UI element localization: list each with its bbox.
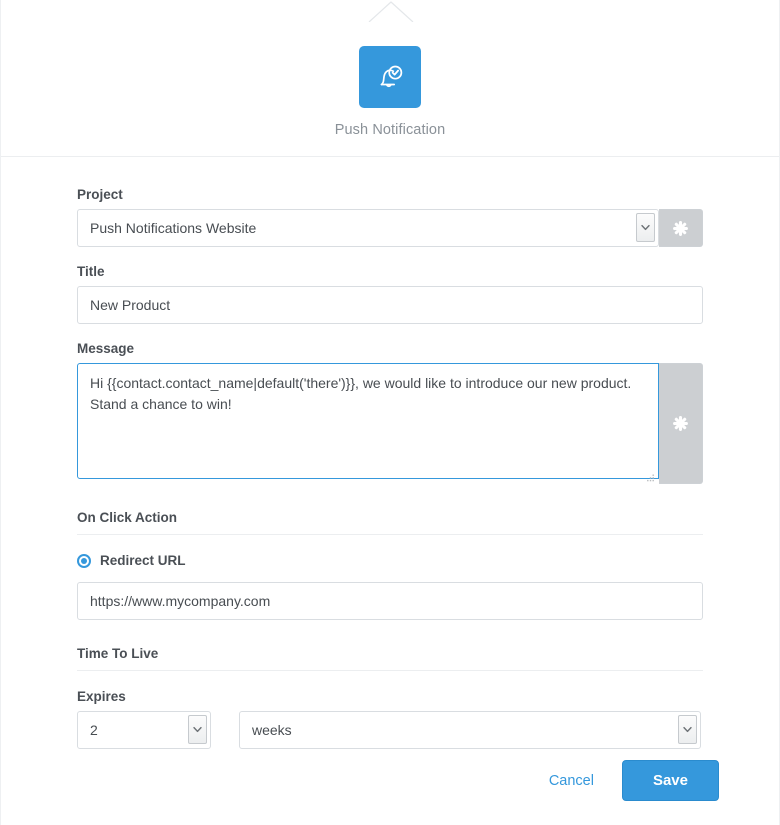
redirect-url-radio[interactable] <box>77 553 91 568</box>
message-merge-tag-button[interactable] <box>659 363 703 484</box>
title-label: Title <box>77 264 105 279</box>
expires-field: Expires 2 weeks <box>77 689 703 749</box>
project-select-shell: Push Notifications Website <box>77 209 659 247</box>
redirect-url-field <box>77 582 703 620</box>
expires-amount-shell: 2 <box>77 711 211 749</box>
push-notification-form: Project Push Notifications Website Title… <box>1 157 779 749</box>
project-field: Project Push Notifications Website <box>77 187 703 247</box>
expires-unit-select[interactable]: weeks <box>239 711 701 749</box>
message-textarea-wrap: Hi {{contact.contact_name|default('there… <box>77 363 659 484</box>
save-button[interactable]: Save <box>621 760 719 801</box>
redirect-url-radio-row[interactable]: Redirect URL <box>77 553 703 568</box>
on-click-action-section: On Click Action <box>77 510 703 535</box>
time-to-live-title: Time To Live <box>77 646 703 671</box>
push-notification-popover: Push Notification Project Push Notificat… <box>0 0 780 825</box>
title-field: Title <box>77 264 703 324</box>
popover-header: Push Notification <box>1 0 779 157</box>
message-textarea[interactable]: Hi {{contact.contact_name|default('there… <box>77 363 659 479</box>
title-input[interactable] <box>77 286 703 324</box>
time-to-live-section: Time To Live <box>77 646 703 671</box>
expires-label: Expires <box>77 689 126 704</box>
expires-amount-select[interactable]: 2 <box>77 711 211 749</box>
page-title: Push Notification <box>334 122 446 138</box>
on-click-action-title: On Click Action <box>77 510 703 535</box>
asterisk-icon <box>672 220 689 237</box>
project-select[interactable]: Push Notifications Website <box>77 209 659 247</box>
form-footer: Cancel Save <box>1 760 779 825</box>
asterisk-icon <box>672 415 689 432</box>
cancel-button[interactable]: Cancel <box>547 767 596 795</box>
message-label: Message <box>77 341 135 356</box>
redirect-url-radio-label: Redirect URL <box>100 553 186 568</box>
expires-unit-shell: weeks <box>239 711 701 749</box>
project-merge-tag-button[interactable] <box>659 209 703 247</box>
redirect-url-input[interactable] <box>77 582 703 620</box>
project-label: Project <box>77 187 123 202</box>
bell-check-icon <box>372 59 408 95</box>
push-notification-icon-tile <box>359 46 421 108</box>
message-field: Message Hi {{contact.contact_name|defaul… <box>77 341 703 484</box>
